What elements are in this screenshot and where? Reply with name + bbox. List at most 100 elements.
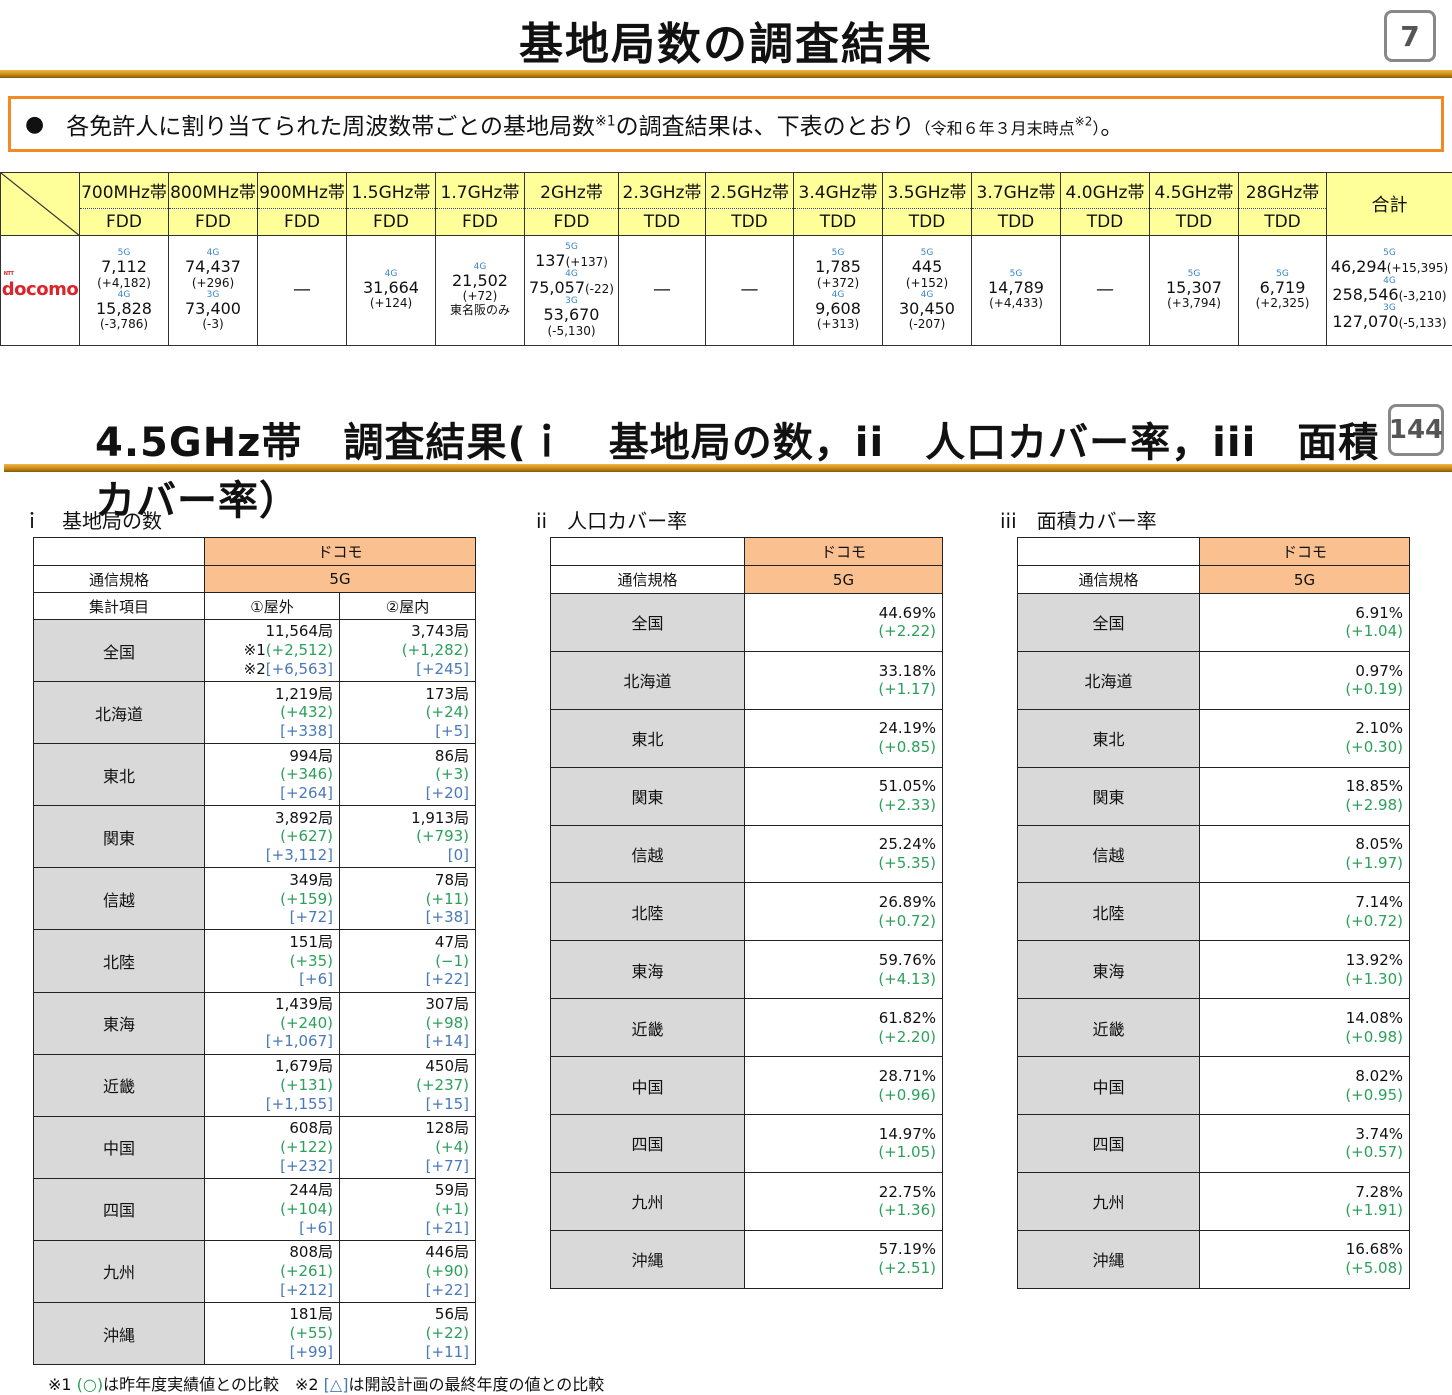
station-count: 1,439局 xyxy=(275,994,333,1013)
dash: — xyxy=(653,279,671,301)
coverage-diff: (+4.13) xyxy=(878,969,936,988)
station-count: 307局 xyxy=(425,994,470,1013)
yoy-diff: (+11) xyxy=(425,889,470,908)
region-name: 四国 xyxy=(33,1177,205,1241)
duplex-header: TDD xyxy=(882,208,972,236)
count-cell-b37: 5G 14,789 (+4,433) xyxy=(971,235,1061,346)
coverage-cell: 0.97% (+0.19) xyxy=(1199,650,1410,710)
coverage-cell: 7.14% (+0.72) xyxy=(1199,882,1410,942)
duplex-header: TDD xyxy=(793,208,883,236)
table-row: 近畿 14.08% (+0.98) xyxy=(1017,998,1410,1058)
table-row: 東海 59.76% (+4.13) xyxy=(550,940,943,1000)
count-diff: (-3) xyxy=(202,316,224,331)
indoor-cell: 86局 (+3) [+20] xyxy=(338,743,477,807)
outdoor-cell: 808局 (+261) [+212] xyxy=(204,1239,340,1304)
coverage-cell: 28.71% (+0.96) xyxy=(744,1056,943,1116)
section-i-label: ｉ 基地局の数 xyxy=(22,509,162,533)
operator-header: ドコモ xyxy=(1199,537,1410,566)
region-name: 九州 xyxy=(33,1239,205,1304)
duplex-header: TDD xyxy=(1060,208,1150,236)
indoor-cell: 450局 (+237) [+15] xyxy=(338,1053,477,1117)
band-header: 800MHz帯 xyxy=(168,172,258,209)
table-row: 北陸 7.14% (+0.72) xyxy=(1017,882,1410,942)
table-row: 近畿 61.82% (+2.20) xyxy=(550,998,943,1058)
region-name: 近畿 xyxy=(1017,998,1200,1058)
duplex-header: FDD xyxy=(168,208,258,236)
indoor-cell: 307局 (+98) [+14] xyxy=(338,991,477,1055)
count-cell-b2: 5G 137(+137) 4G 75,057(-22) 3G 53,670 (-5,130) xyxy=(524,235,619,346)
duplex-header: TDD xyxy=(971,208,1061,236)
count-value: 127,070 xyxy=(1332,312,1399,332)
outdoor-cell: 11,564局 ※1(+2,512) ※2[+6,563] xyxy=(204,618,340,683)
coverage-diff: (+1.91) xyxy=(1345,1201,1403,1220)
region-name: 全国 xyxy=(33,618,205,683)
region-name: 中国 xyxy=(550,1056,745,1116)
coverage-diff: (+1.97) xyxy=(1345,854,1403,872)
station-count: 450局 xyxy=(425,1057,470,1076)
plan-diff: [+212] xyxy=(280,1280,333,1299)
station-count-table: ドコモ 通信規格 5G 集計項目 ①屋外 ②屋内 全国 11,564局 ※1(+2,… xyxy=(33,537,477,1366)
table-row: 関東 51.05% (+2.33) xyxy=(550,766,943,826)
duplex-header: FDD xyxy=(524,208,619,236)
plan-diff: [+3,112] xyxy=(265,846,333,865)
coverage-diff: (+0.72) xyxy=(878,911,936,930)
band-header: 4.5GHz帯 xyxy=(1149,172,1239,209)
region-name: 四国 xyxy=(550,1114,745,1173)
coverage-value: 33.18% xyxy=(878,661,936,680)
table-row: 北海道 33.18% (+1.17) xyxy=(550,650,943,710)
plan-diff: [+264] xyxy=(280,784,333,803)
table-row: 東海 13.92% (+1.30) xyxy=(1017,940,1410,1000)
plan-diff: [+232] xyxy=(280,1156,333,1175)
coverage-diff: (+1.04) xyxy=(1345,622,1403,641)
count-diff: (+296) xyxy=(191,275,235,290)
plan-diff: [+5] xyxy=(435,722,470,741)
indoor-cell: 78局 (+11) [+38] xyxy=(338,867,477,931)
plan-diff: [+11] xyxy=(425,1342,470,1361)
outdoor-cell: 994局 (+346) [+264] xyxy=(204,743,340,807)
outdoor-cell: 244局 (+104) [+6] xyxy=(204,1177,340,1241)
count-value: 73,400 xyxy=(185,298,241,318)
coverage-diff: (+2.98) xyxy=(1345,796,1403,815)
dash: — xyxy=(293,279,311,301)
coverage-value: 7.28% xyxy=(1355,1182,1403,1201)
duplex-header: FDD xyxy=(257,208,347,236)
count-cell-b45: 5G 15,307 (+3,794) xyxy=(1149,235,1239,346)
docomo-logo: NTT docomo xyxy=(0,235,80,346)
coverage-value: 16.68% xyxy=(1345,1240,1403,1259)
slide1-title-rule xyxy=(0,70,1452,78)
diagonal-line xyxy=(1,173,80,236)
region-name: 関東 xyxy=(33,805,205,869)
band-header: 1.5GHz帯 xyxy=(346,172,436,209)
table-row: 東北 24.19% (+0.85) xyxy=(550,708,943,768)
coverage-diff: (+0.95) xyxy=(1345,1085,1403,1104)
coverage-diff: (+2.22) xyxy=(878,622,936,641)
region-name: 沖縄 xyxy=(33,1302,205,1366)
count-diff: (+137) xyxy=(565,254,608,269)
coverage-value: 3.74% xyxy=(1355,1124,1403,1143)
yoy-diff: (+3) xyxy=(435,765,470,784)
coverage-cell: 13.92% (+1.30) xyxy=(1199,940,1410,1000)
indoor-label: ②屋内 xyxy=(338,592,477,620)
region-name: 東北 xyxy=(550,708,745,768)
footnote: ※1 (○)は昨年度実績値との比較 ※2 [△]は開設計画の最終年度の値との比較 xyxy=(48,1375,605,1394)
band-header: 700MHz帯 xyxy=(79,172,169,209)
plan-diff: [+77] xyxy=(425,1156,470,1175)
standard-value: 5G xyxy=(744,565,943,594)
yoy-diff: (−1) xyxy=(435,951,470,970)
outdoor-cell: 608局 (+122) [+232] xyxy=(204,1115,340,1179)
coverage-value: 0.97% xyxy=(1355,661,1403,680)
coverage-cell: 14.08% (+0.98) xyxy=(1199,998,1410,1058)
region-name: 東北 xyxy=(1017,708,1200,768)
count-value: 46,294 xyxy=(1330,257,1387,277)
yoy-diff: (+90) xyxy=(425,1262,470,1281)
count-value: 53,670 xyxy=(543,305,600,325)
count-cell-b40: — xyxy=(1060,235,1150,346)
coverage-diff: (+0.96) xyxy=(878,1085,936,1104)
count-cell-total: 5G 46,294(+15,395) 4G 258,546(-3,210) 3G 127,… xyxy=(1326,235,1452,346)
duplex-header: TDD xyxy=(1238,208,1327,236)
plan-diff: [+72] xyxy=(289,908,333,927)
slide2-title-rule xyxy=(4,464,1452,472)
station-count: 56局 xyxy=(434,1305,470,1324)
outdoor-cell: 151局 (+35) [+6] xyxy=(204,929,340,993)
region-name: 信越 xyxy=(33,867,205,931)
